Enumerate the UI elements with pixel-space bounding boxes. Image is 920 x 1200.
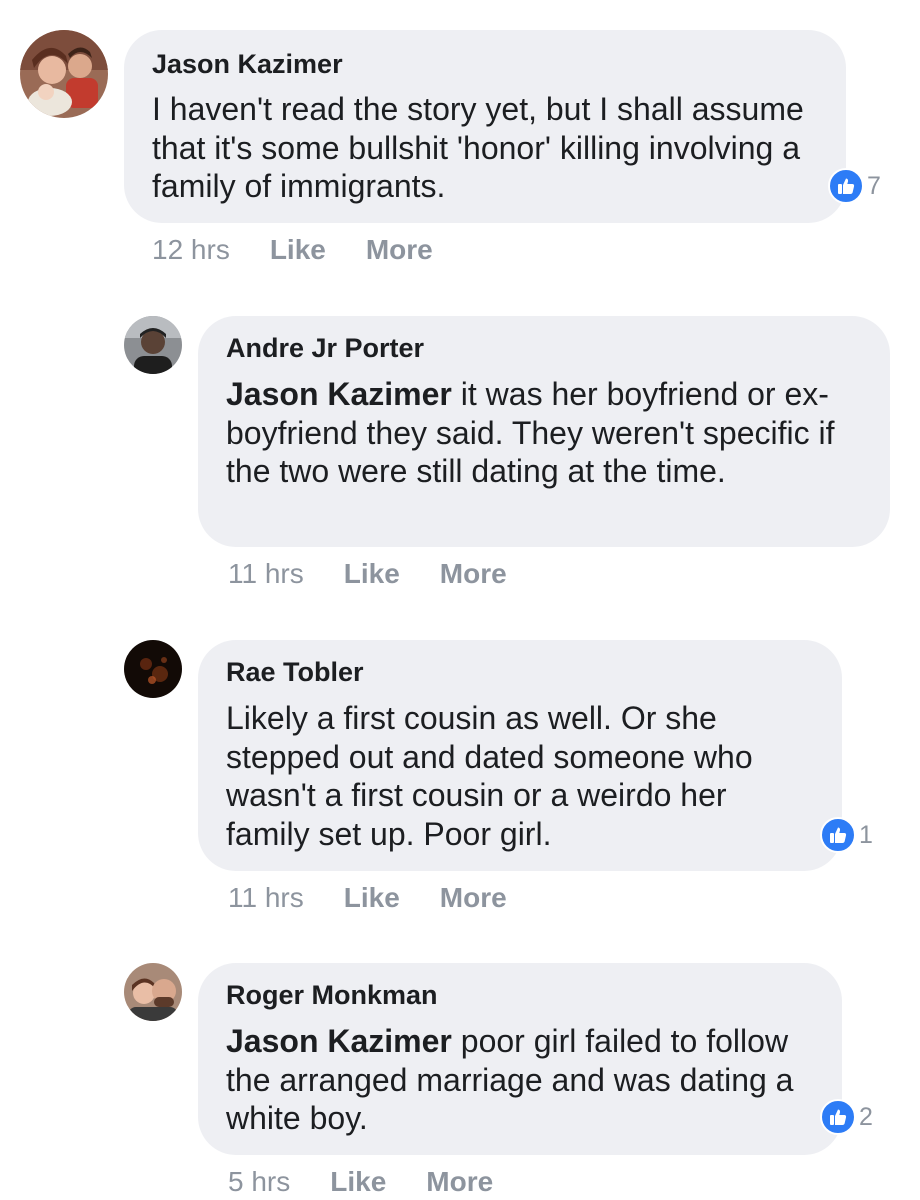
avatar[interactable] [20, 30, 108, 118]
more-button[interactable]: More [440, 882, 507, 914]
reaction-count-value: 7 [867, 171, 881, 200]
comment-timestamp[interactable]: 5 hrs [228, 1166, 290, 1198]
more-button[interactable]: More [440, 558, 507, 590]
comment-author[interactable]: Andre Jr Porter [226, 332, 424, 364]
like-button[interactable]: Like [344, 882, 400, 914]
mention-link[interactable]: Jason Kazimer [226, 376, 452, 412]
user-photo-icon [124, 640, 182, 698]
comment-author[interactable]: Jason Kazimer [152, 48, 343, 80]
comment-actions: 5 hrs Like More [228, 1166, 493, 1198]
comment-author[interactable]: Roger Monkman [226, 979, 438, 1011]
comment-timestamp[interactable]: 11 hrs [228, 882, 304, 914]
avatar[interactable] [124, 963, 182, 1021]
comment-timestamp[interactable]: 11 hrs [228, 558, 304, 590]
reaction-count[interactable]: 7 [828, 166, 881, 206]
comment-text: Jason Kazimer it was her boyfriend or ex… [226, 375, 866, 491]
comment-bubble: Roger Monkman Jason Kazimer poor girl fa… [198, 963, 842, 1155]
like-button[interactable]: Like [270, 234, 326, 266]
comment-author[interactable]: Rae Tobler [226, 656, 364, 688]
reaction-count[interactable]: 1 [820, 815, 873, 855]
like-reaction-icon [828, 168, 864, 204]
comment-actions: 12 hrs Like More [152, 234, 433, 266]
like-button[interactable]: Like [330, 1166, 386, 1198]
comment-actions: 11 hrs Like More [228, 882, 507, 914]
avatar[interactable] [124, 316, 182, 374]
reaction-count-value: 1 [859, 820, 873, 849]
comment-bubble: Andre Jr Porter Jason Kazimer it was her… [198, 316, 890, 547]
comment-bubble: Rae Tobler Likely a first cousin as well… [198, 640, 842, 871]
user-photo-icon [20, 30, 108, 118]
like-button[interactable]: Like [344, 558, 400, 590]
comment-text: Jason Kazimer poor girl failed to follow… [226, 1022, 811, 1138]
user-photo-icon [124, 963, 182, 1021]
comment-text: Likely a first cousin as well. Or she st… [226, 699, 806, 853]
more-button[interactable]: More [366, 234, 433, 266]
comment-actions: 11 hrs Like More [228, 558, 507, 590]
comment-text-content: I haven't read the story yet, but I shal… [152, 91, 804, 204]
comment-text-content: Likely a first cousin as well. Or she st… [226, 700, 753, 852]
mention-link[interactable]: Jason Kazimer [226, 1023, 452, 1059]
more-button[interactable]: More [426, 1166, 493, 1198]
avatar[interactable] [124, 640, 182, 698]
comment-bubble: Jason Kazimer I haven't read the story y… [124, 30, 846, 223]
reaction-count-value: 2 [859, 1102, 873, 1131]
like-reaction-icon [820, 817, 856, 853]
comment-text: I haven't read the story yet, but I shal… [152, 90, 822, 206]
like-reaction-icon [820, 1099, 856, 1135]
comment-timestamp[interactable]: 12 hrs [152, 234, 230, 266]
reaction-count[interactable]: 2 [820, 1097, 873, 1137]
user-photo-icon [124, 316, 182, 374]
